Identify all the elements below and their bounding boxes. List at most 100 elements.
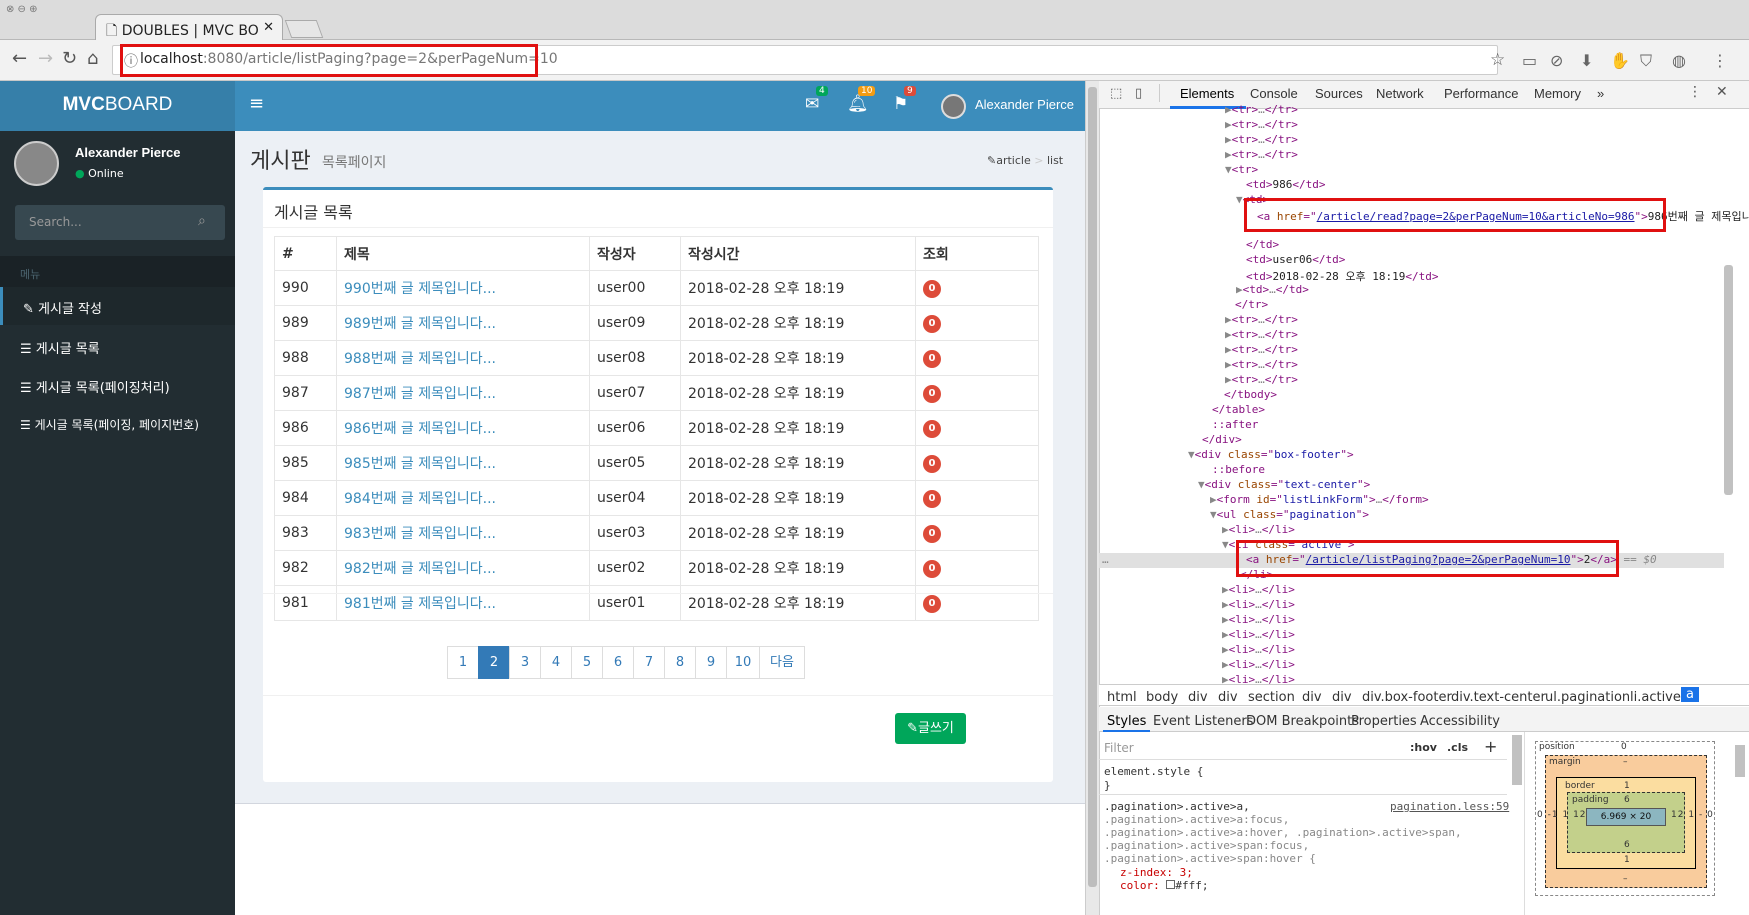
sidebar-item-list-paging[interactable]: ☰ 게시글 목록(페이징처리) (0, 366, 235, 404)
element-style-rule[interactable]: element.style { (1104, 765, 1203, 778)
tab-memory[interactable]: Memory (1534, 86, 1581, 101)
extension-icon[interactable]: ▭ (1522, 51, 1537, 70)
page-link-7[interactable]: 7 (633, 646, 665, 679)
flag-icon[interactable]: ⚑ (893, 94, 908, 114)
page-link-10[interactable]: 10 (726, 646, 760, 679)
download-icon[interactable]: ⬇ (1580, 51, 1593, 70)
article-title-link[interactable]: 988번째 글 제목입니다... (344, 351, 496, 367)
dom-node[interactable]: ▶<td>…</td> (1236, 283, 1309, 296)
article-title-link[interactable]: 990번째 글 제목입니다... (344, 281, 496, 297)
css-selector[interactable]: .pagination>.active>a, (1104, 800, 1250, 813)
dom-node[interactable]: <td>2018-02-28 오후 18:19</td> (1246, 268, 1438, 284)
dom-node[interactable]: ::after (1212, 418, 1258, 431)
hov-toggle[interactable]: :hov (1410, 741, 1437, 754)
page-link-5[interactable]: 5 (571, 646, 603, 679)
extension-icon[interactable]: ⛉ (1640, 51, 1652, 71)
dom-node[interactable]: ▶<tr>…</tr> (1225, 148, 1298, 161)
close-icon[interactable]: ✕ (1716, 84, 1728, 100)
dom-node[interactable]: ▶<li>…</li> (1222, 523, 1295, 536)
article-title-link[interactable]: 989번째 글 제목입니다... (344, 316, 496, 332)
article-title-link[interactable]: 981번째 글 제목입니다... (344, 596, 496, 612)
dom-node[interactable]: ▶<tr>…</tr> (1225, 358, 1298, 371)
search-input[interactable]: Search... ⌕ (15, 205, 225, 240)
write-button[interactable]: ✎글쓰기 (895, 713, 966, 744)
dom-node[interactable]: ▼<div class="text-center"> (1198, 478, 1370, 491)
sidebar-item-list[interactable]: ☰ 게시글 목록 (0, 327, 235, 365)
close-tab-icon[interactable]: ✕ (263, 20, 274, 35)
page-link-1[interactable]: 1 (447, 646, 479, 679)
extension-icon[interactable]: ⊘ (1550, 51, 1563, 70)
sidebar-toggle-icon[interactable]: ≡ (249, 93, 264, 114)
extension-icon[interactable]: ✋ (1610, 51, 1630, 70)
dom-node[interactable]: </div> (1202, 433, 1242, 446)
crumb[interactable]: div.box-footer (1362, 690, 1452, 705)
app-logo[interactable]: MVCBOARD (0, 81, 235, 131)
home-icon[interactable]: ⌂ (87, 48, 98, 69)
crumb[interactable]: div (1218, 690, 1238, 705)
window-controls[interactable]: ⊗ ⊖ ⊕ (6, 4, 38, 15)
page-link-3[interactable]: 3 (509, 646, 541, 679)
page-link-4[interactable]: 4 (540, 646, 572, 679)
crumb[interactable]: div (1188, 690, 1208, 705)
tab-accessibility[interactable]: Accessibility (1420, 714, 1500, 729)
row-title[interactable]: 984번째 글 제목입니다... (336, 480, 590, 516)
tab-event-listeners[interactable]: Event Listeners (1153, 714, 1253, 729)
breadcrumb-article[interactable]: ✎article (987, 154, 1031, 167)
dom-node[interactable]: </table> (1212, 403, 1265, 416)
new-tab-button[interactable] (284, 20, 324, 38)
page-scrollbar[interactable] (1085, 81, 1099, 915)
crumb[interactable]: li.active (1630, 690, 1681, 705)
dom-node[interactable]: ▼<ul class="pagination"> (1210, 508, 1369, 521)
menu-icon[interactable]: ⋮ (1712, 51, 1728, 70)
back-icon[interactable]: ← (12, 48, 27, 69)
dom-node[interactable]: ▶<li>…</li> (1222, 628, 1295, 641)
inspect-icon[interactable]: ⬚ (1110, 86, 1122, 101)
forward-icon[interactable]: → (38, 48, 53, 69)
tab-properties[interactable]: Properties (1351, 714, 1417, 729)
dom-node[interactable]: ▶<li>…</li> (1222, 583, 1295, 596)
dom-node[interactable]: </td> (1246, 238, 1279, 251)
page-link-8[interactable]: 8 (664, 646, 696, 679)
page-link-2[interactable]: 2 (478, 646, 510, 679)
row-title[interactable]: 987번째 글 제목입니다... (336, 375, 590, 411)
tab-dom-breakpoints[interactable]: DOM Breakpoints (1246, 714, 1359, 729)
dom-node[interactable]: ▼<div class="box-footer"> (1188, 448, 1354, 461)
crumb[interactable]: div (1332, 690, 1352, 705)
add-rule-icon[interactable]: + (1484, 737, 1497, 756)
crumb[interactable]: div.text-center (1451, 690, 1546, 705)
tab-console[interactable]: Console (1250, 86, 1298, 101)
dom-node[interactable]: ▶<li>…</li> (1222, 658, 1295, 671)
row-title[interactable]: 988번째 글 제목입니다... (336, 340, 590, 376)
navbar-user-name[interactable]: Alexander Pierce (975, 97, 1074, 112)
row-title[interactable]: 989번째 글 제목입니다... (336, 305, 590, 341)
row-title[interactable]: 985번째 글 제목입니다... (336, 445, 590, 481)
page-link-9[interactable]: 9 (695, 646, 727, 679)
device-toolbar-icon[interactable]: ▯ (1135, 86, 1142, 101)
devtools-menu-icon[interactable]: ⋮ (1688, 84, 1702, 100)
dom-node[interactable]: ▼<tr> (1225, 163, 1258, 176)
dom-node[interactable]: ▶<tr>…</tr> (1225, 133, 1298, 146)
mail-icon[interactable]: ✉ (805, 94, 819, 114)
sidebar-item-write[interactable]: ✎ 게시글 작성 (0, 287, 235, 325)
dom-node[interactable]: ▶<tr>…</tr> (1225, 343, 1298, 356)
crumb[interactable]: html (1107, 690, 1137, 705)
bell-icon[interactable]: 🔔︎ (847, 94, 869, 114)
browser-tab[interactable]: 🗋 DOUBLES | MVC BO ✕ (95, 14, 283, 41)
box-model-scrollbar[interactable] (1735, 745, 1745, 777)
dom-node[interactable]: </tbody> (1224, 388, 1277, 401)
tab-performance[interactable]: Performance (1444, 86, 1518, 101)
dom-node[interactable]: ▶<tr>…</tr> (1225, 373, 1298, 386)
article-title-link[interactable]: 986번째 글 제목입니다... (344, 421, 496, 437)
sidebar-item-list-page-numbers[interactable]: ☰ 게시글 목록(페이징, 페이지번호) (0, 405, 235, 443)
article-title-link[interactable]: 984번째 글 제목입니다... (344, 491, 496, 507)
crumb[interactable]: ul.pagination (1545, 690, 1630, 705)
dom-node[interactable]: ▶<tr>…</tr> (1225, 103, 1298, 116)
css-selector[interactable]: .pagination>.active>a:focus, (1104, 813, 1289, 826)
article-title-link[interactable]: 983번째 글 제목입니다... (344, 526, 496, 542)
dom-scrollbar[interactable] (1724, 265, 1733, 495)
css-property[interactable]: color: #fff; (1120, 879, 1209, 892)
dom-node[interactable]: ▶<li>…</li> (1222, 598, 1295, 611)
crumb[interactable]: body (1146, 690, 1178, 705)
crumb[interactable]: div (1302, 690, 1322, 705)
bookmark-star-icon[interactable]: ☆ (1490, 50, 1505, 70)
